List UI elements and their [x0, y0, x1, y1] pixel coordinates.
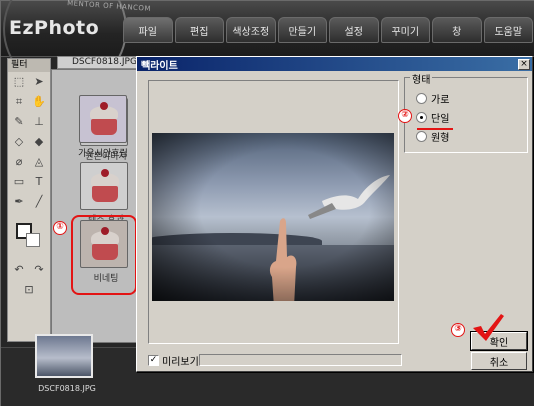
radio-label: 원형	[431, 133, 450, 144]
preview-image	[152, 133, 394, 301]
text-tool-icon[interactable]: T	[32, 175, 46, 189]
callout-ring	[71, 215, 137, 295]
radio-button[interactable]	[416, 131, 427, 142]
preview-checkbox-label: 미리보기	[162, 357, 199, 368]
callout-3: ③	[451, 323, 465, 337]
line-tool-icon[interactable]: ╱	[32, 195, 46, 209]
cancel-button[interactable]: 취소	[471, 352, 527, 370]
fill-tool-icon[interactable]: ◆	[32, 135, 46, 149]
radio-label: 가로	[431, 95, 450, 106]
checkmark-icon	[473, 314, 504, 341]
thumb-image	[88, 102, 120, 136]
preview-toggle[interactable]: ✓ 미리보기	[148, 353, 199, 368]
menu-color-adjust[interactable]: 색상조정	[226, 17, 276, 43]
move-tool-icon[interactable]: ➤	[32, 75, 46, 89]
filmstrip-thumb-label: DSCF0818.JPG	[38, 384, 96, 393]
fit-screen-icon[interactable]: ⊡	[22, 283, 36, 297]
stamp-tool-icon[interactable]: ⊥	[32, 115, 46, 129]
redo-icon[interactable]: ↷	[32, 263, 46, 277]
preview-checkbox[interactable]: ✓	[148, 355, 159, 366]
crop-tool-icon[interactable]: ⌗	[12, 95, 26, 109]
shape-group-legend: 형태	[410, 71, 433, 86]
filter-thumb-lens[interactable]	[80, 162, 128, 210]
callout-1: ①	[53, 221, 67, 235]
eraser-tool-icon[interactable]: ◇	[12, 135, 26, 149]
pen-tool-icon[interactable]: ✒	[12, 195, 26, 209]
tool-panel-title: 필터	[8, 59, 50, 72]
callout-2: ②	[398, 109, 412, 123]
preview-area	[148, 80, 399, 344]
menu-help[interactable]: 도움말	[483, 17, 533, 43]
app-logo: EzPhoto	[9, 17, 100, 39]
close-button[interactable]: ×	[518, 58, 530, 70]
radio-button[interactable]	[416, 112, 427, 123]
hand-tool-icon[interactable]: ✋	[32, 95, 46, 109]
app-window: MENTOR OF HANCOM EzPhoto 파일 편집 색상조정 만들기 …	[0, 0, 534, 406]
menu-window[interactable]: 창	[432, 17, 482, 43]
top-bar: MENTOR OF HANCOM EzPhoto 파일 편집 색상조정 만들기 …	[1, 0, 534, 91]
menu-decorate[interactable]: 꾸미기	[380, 17, 430, 43]
dialog-title: 빽라이트	[141, 60, 178, 72]
filmstrip-thumb[interactable]	[35, 334, 93, 378]
undo-icon[interactable]: ↶	[12, 263, 26, 277]
radio-single[interactable]: 단일	[416, 110, 449, 125]
tool-panel: 필터 ⬚ ➤ ⌗ ✋ ✎ ⊥ ◇ ◆ ⌀ ◬ ▭ T ✒ ╱ ↶ ↷ ⊡	[7, 58, 51, 342]
background-color-swatch[interactable]	[26, 233, 40, 247]
filter-thumb-label: 가우시안흐림	[78, 149, 128, 159]
thumb-image	[89, 169, 121, 203]
blur-tool-icon[interactable]: ◬	[32, 155, 46, 169]
menu-settings[interactable]: 설정	[329, 17, 379, 43]
shape-tool-icon[interactable]: ▭	[12, 175, 26, 189]
filter-thumb-gaussian[interactable]	[79, 95, 127, 143]
document-tab[interactable]: DSCF0818.JPG	[57, 56, 137, 69]
vignette-overlay	[152, 133, 394, 301]
menu-create[interactable]: 만들기	[277, 17, 327, 43]
marquee-tool-icon[interactable]: ⬚	[12, 75, 26, 89]
menu-file[interactable]: 파일	[123, 17, 173, 43]
radio-label: 단일	[431, 114, 450, 125]
menu-bar: 파일 편집 색상조정 만들기 설정 꾸미기 창 도움말	[123, 17, 533, 45]
dialog-titlebar[interactable]: 빽라이트 ×	[137, 57, 532, 72]
radio-horizontal[interactable]: 가로	[416, 91, 449, 106]
radio-circle[interactable]: 원형	[416, 129, 449, 144]
dropper-tool-icon[interactable]: ⌀	[12, 155, 26, 169]
menu-edit[interactable]: 편집	[174, 17, 224, 43]
brush-tool-icon[interactable]: ✎	[12, 115, 26, 129]
status-field	[199, 354, 402, 366]
radio-button[interactable]	[416, 93, 427, 104]
